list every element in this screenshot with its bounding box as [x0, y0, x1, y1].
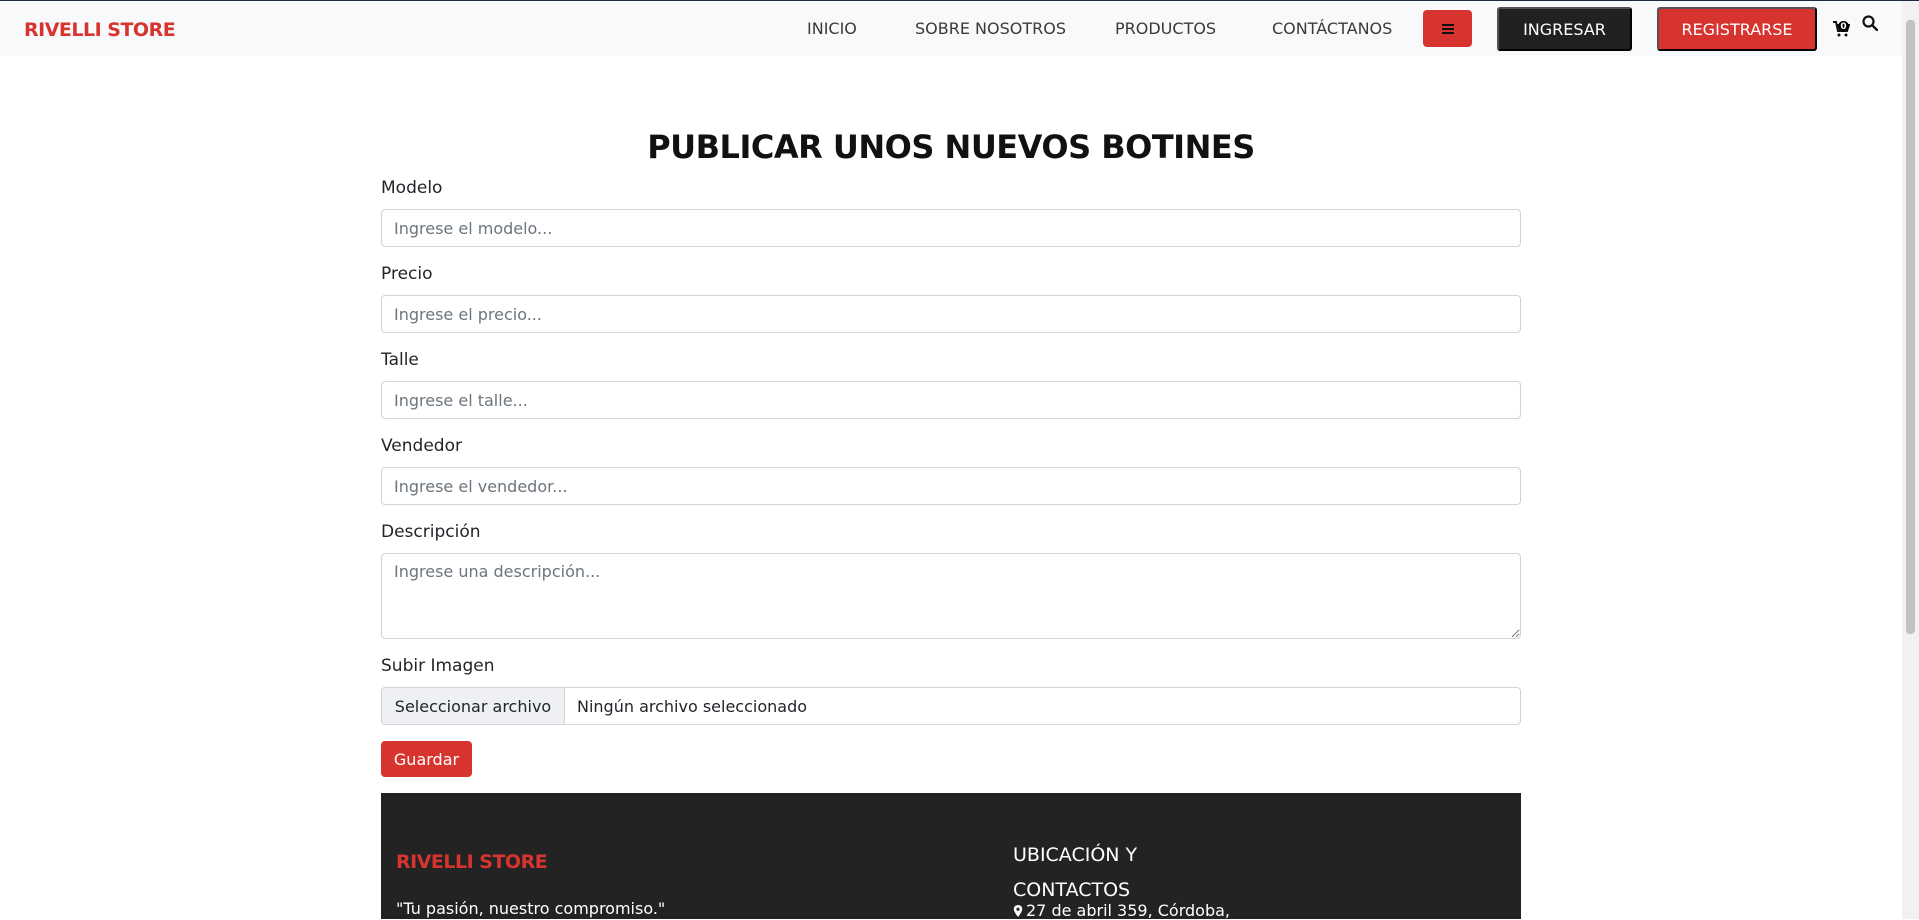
nav-link-contactanos[interactable]: CONTÁCTANOS [1272, 19, 1392, 38]
register-button[interactable]: REGISTRARSE [1657, 7, 1817, 51]
save-button[interactable]: Guardar [381, 741, 472, 777]
choose-file-button[interactable]: Seleccionar archivo [382, 688, 565, 724]
modelo-input[interactable] [381, 209, 1521, 247]
cart-count-badge: 0 [1838, 21, 1849, 32]
footer: RIVELLI STORE "Tu pasión, nuestro compro… [381, 793, 1521, 920]
talle-input[interactable] [381, 381, 1521, 419]
footer-address-text: 27 de abril 359, Córdoba, [1026, 901, 1231, 920]
descripcion-label: Descripción [381, 522, 481, 542]
footer-address: 27 de abril 359, Córdoba, [1013, 901, 1230, 920]
scrollbar-thumb[interactable] [1906, 20, 1915, 634]
page-title: PUBLICAR UNOS NUEVOS BOTINES [647, 128, 1255, 166]
navbar: RIVELLI STORE INICIO SOBRE NOSOTROS PROD… [0, 1, 1902, 56]
talle-label: Talle [381, 350, 419, 370]
precio-label: Precio [381, 264, 433, 284]
modelo-label: Modelo [381, 178, 443, 198]
imagen-label: Subir Imagen [381, 656, 495, 676]
precio-input[interactable] [381, 295, 1521, 333]
file-status-text: Ningún archivo seleccionado [577, 696, 808, 716]
login-button[interactable]: INGRESAR [1497, 7, 1632, 51]
descripcion-textarea[interactable] [381, 553, 1521, 639]
footer-brand[interactable]: RIVELLI STORE [396, 851, 548, 873]
nav-link-sobre-nosotros[interactable]: SOBRE NOSOTROS [915, 19, 1066, 38]
nav-link-productos[interactable]: PRODUCTOS [1115, 19, 1216, 38]
brand-logo[interactable]: RIVELLI STORE [24, 19, 176, 41]
search-icon[interactable] [1862, 15, 1878, 31]
menu-toggle-button[interactable] [1423, 10, 1472, 47]
vendedor-label: Vendedor [381, 436, 462, 456]
map-pin-icon [1013, 905, 1023, 917]
footer-slogan: "Tu pasión, nuestro compromiso." [396, 899, 666, 918]
file-upload-input[interactable]: Seleccionar archivo Ningún archivo selec… [381, 687, 1521, 725]
bars-icon [1441, 23, 1454, 34]
nav-link-inicio[interactable]: INICIO [807, 19, 857, 38]
vendedor-input[interactable] [381, 467, 1521, 505]
footer-location-heading: UBICACIÓN Y CONTACTOS [1013, 844, 1138, 901]
